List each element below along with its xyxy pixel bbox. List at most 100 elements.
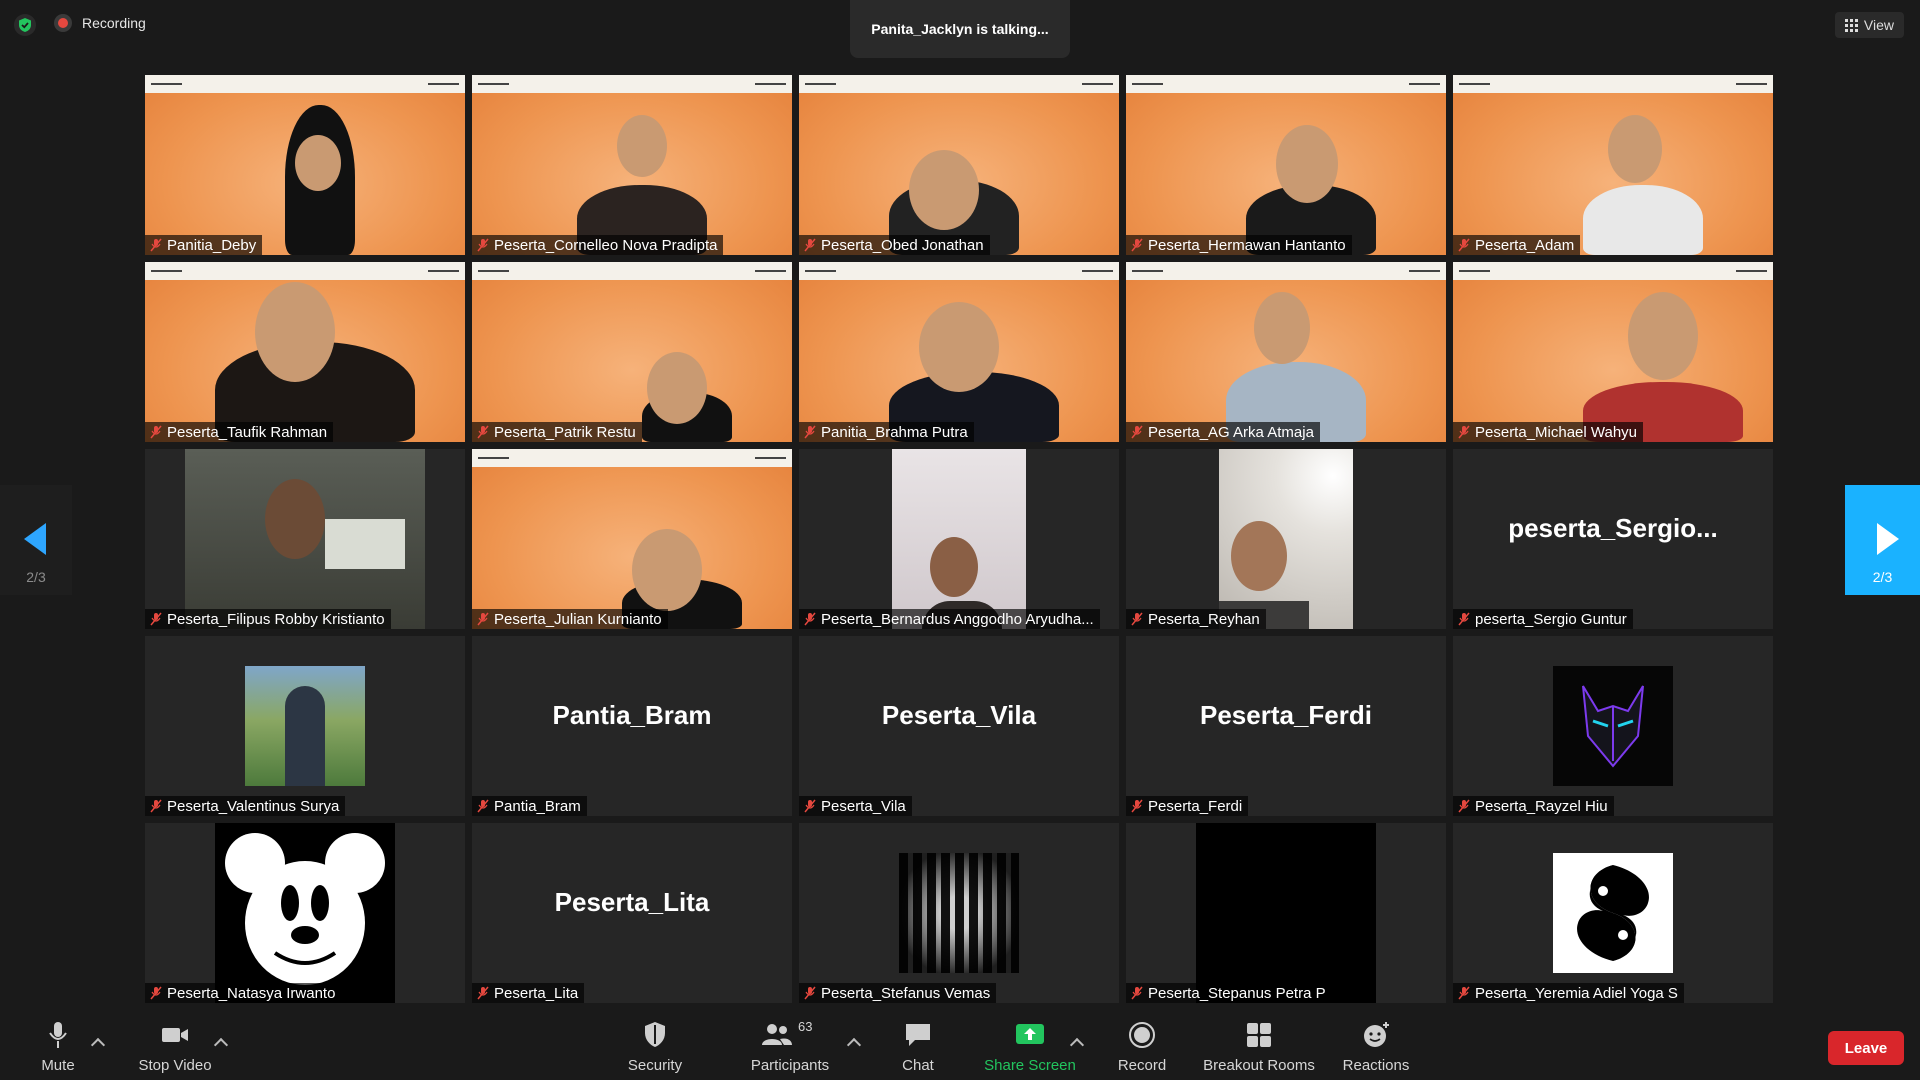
participant-name: peserta_Sergio Guntur: [1475, 610, 1627, 628]
participant-nametag: Peserta_Valentinus Surya: [145, 796, 346, 816]
mute-button[interactable]: Mute: [28, 1010, 88, 1080]
participant-tile[interactable]: Peserta_Michael Wahyu: [1453, 262, 1773, 442]
participant-nametag: Peserta_Bernardus Anggodho Aryudha...: [799, 609, 1100, 629]
participant-tile[interactable]: Peserta_Stefanus Vemas: [799, 823, 1119, 1003]
security-button[interactable]: Security: [620, 1010, 690, 1080]
participant-nametag: Peserta_Rayzel Hiu: [1453, 796, 1614, 816]
mic-muted-icon: [1131, 612, 1143, 626]
participant-face: [255, 282, 335, 382]
record-label: Record: [1117, 1057, 1167, 1074]
previous-page-button[interactable]: 2/3: [0, 485, 72, 595]
participants-options-caret-icon[interactable]: [846, 1037, 862, 1053]
panther-mask-avatar-icon: [1553, 666, 1673, 786]
participant-video: [892, 449, 1026, 629]
participant-tile[interactable]: Peserta_AG Arka Atmaja: [1126, 262, 1446, 442]
mic-muted-icon: [804, 612, 816, 626]
participant-nametag: Peserta_Julian Kurnianto: [472, 609, 668, 629]
next-page-button[interactable]: 2/3: [1845, 485, 1920, 595]
participant-tile[interactable]: Peserta_Rayzel Hiu: [1453, 636, 1773, 816]
participants-count: 63: [798, 1019, 813, 1034]
participant-name: Peserta_Rayzel Hiu: [1475, 797, 1608, 815]
participant-name: Peserta_AG Arka Atmaja: [1148, 423, 1314, 441]
participant-tile[interactable]: Peserta_Cornelleo Nova Pradipta: [472, 75, 792, 255]
participant-tile[interactable]: Peserta_Lita Peserta_Lita: [472, 823, 792, 1003]
participant-tile[interactable]: Peserta_Obed Jonathan: [799, 75, 1119, 255]
participant-face: [647, 352, 707, 424]
audio-options-caret-icon[interactable]: [90, 1037, 106, 1053]
arrow-left-icon: [24, 523, 46, 555]
mute-label: Mute: [41, 1057, 75, 1074]
participant-tile[interactable]: peserta_Sergio... peserta_Sergio Guntur: [1453, 449, 1773, 629]
participant-tile[interactable]: Peserta_Natasya Irwanto: [145, 823, 465, 1003]
meeting-toolbar: Mute Stop Video Security 63 Participants…: [0, 1010, 1920, 1080]
active-speaker-banner: Panita_Jacklyn is talking...: [850, 0, 1070, 58]
record-button[interactable]: Record: [1107, 1010, 1177, 1080]
participant-tile[interactable]: Peserta_Ferdi Peserta_Ferdi: [1126, 636, 1446, 816]
participant-face: [1276, 125, 1338, 203]
participant-tile[interactable]: Peserta_Taufik Rahman: [145, 262, 465, 442]
mic-muted-icon: [1458, 238, 1470, 252]
participant-avatar-photo: [245, 666, 365, 786]
share-screen-label: Share Screen: [984, 1057, 1076, 1074]
participant-tile[interactable]: Peserta_Adam: [1453, 75, 1773, 255]
participant-name: Peserta_Filipus Robby Kristianto: [167, 610, 385, 628]
participant-tile[interactable]: Panitia_Deby: [145, 75, 465, 255]
participant-nametag: peserta_Sergio Guntur: [1453, 609, 1633, 629]
cartoon-mouse-avatar-icon: [215, 823, 395, 1003]
breakout-rooms-label: Breakout Rooms: [1203, 1057, 1315, 1074]
participant-name: Panitia_Deby: [167, 236, 257, 254]
participant-name: Peserta_Patrik Restu: [494, 423, 636, 441]
participant-tile[interactable]: Peserta_Bernardus Anggodho Aryudha...: [799, 449, 1119, 629]
participant-nametag: Panitia_Brahma Putra: [799, 422, 974, 442]
participant-tile[interactable]: Peserta_Hermawan Hantanto: [1126, 75, 1446, 255]
participant-tile[interactable]: Peserta_Valentinus Surya: [145, 636, 465, 816]
participant-nametag: Panitia_Deby: [145, 235, 263, 255]
mic-muted-icon: [477, 986, 489, 1000]
participant-tile[interactable]: Peserta_Patrik Restu: [472, 262, 792, 442]
mic-muted-icon: [477, 612, 489, 626]
participant-tile[interactable]: Peserta_Stepanus Petra P: [1126, 823, 1446, 1003]
security-shield-icon[interactable]: [14, 14, 36, 36]
participant-tile[interactable]: Peserta_Reyhan: [1126, 449, 1446, 629]
record-icon: [1129, 1022, 1155, 1048]
smiley-plus-icon: [1364, 1022, 1389, 1047]
mic-muted-icon: [1458, 986, 1470, 1000]
breakout-rooms-grid-icon: [1247, 1023, 1271, 1047]
stop-video-label: Stop Video: [138, 1057, 212, 1074]
participant-tile[interactable]: Peserta_Filipus Robby Kristianto: [145, 449, 465, 629]
participant-name: Peserta_Valentinus Surya: [167, 797, 340, 815]
participant-name: Peserta_Stefanus Vemas: [821, 984, 991, 1002]
breakout-rooms-button[interactable]: Breakout Rooms: [1197, 1010, 1321, 1080]
participant-video: [1219, 449, 1353, 629]
mic-muted-icon: [1458, 425, 1470, 439]
participant-nametag: Peserta_Reyhan: [1126, 609, 1266, 629]
reactions-button[interactable]: Reactions: [1336, 1010, 1416, 1080]
participant-nametag: Peserta_Obed Jonathan: [799, 235, 990, 255]
participant-tile[interactable]: Pantia_Bram Pantia_Bram: [472, 636, 792, 816]
participant-tile[interactable]: Peserta_Julian Kurnianto: [472, 449, 792, 629]
share-screen-button[interactable]: Share Screen: [980, 1010, 1080, 1080]
stop-video-button[interactable]: Stop Video: [130, 1010, 220, 1080]
participants-button[interactable]: 63 Participants: [740, 1010, 840, 1080]
share-screen-arrow-icon: [1016, 1024, 1044, 1044]
mic-muted-icon: [150, 986, 162, 1000]
participant-name: Peserta_Adam: [1475, 236, 1575, 254]
recording-indicator[interactable]: Recording: [54, 14, 146, 32]
participant-face: [632, 529, 702, 611]
mic-muted-icon: [1131, 986, 1143, 1000]
participant-tile[interactable]: Peserta_Vila Peserta_Vila: [799, 636, 1119, 816]
view-button[interactable]: View: [1834, 12, 1904, 38]
participant-tile[interactable]: Peserta_Yeremia Adiel Yoga S: [1453, 823, 1773, 1003]
participant-video: [1583, 185, 1703, 255]
microphone-icon: [49, 1022, 67, 1048]
participant-face: [1608, 115, 1662, 183]
participant-display-name: Peserta_Vila: [881, 699, 1037, 730]
mic-muted-icon: [150, 612, 162, 626]
chat-button[interactable]: Chat: [883, 1010, 953, 1080]
participant-name: Peserta_Obed Jonathan: [821, 236, 984, 254]
participant-face: [919, 302, 999, 392]
shield-icon: [645, 1022, 665, 1047]
participant-tile[interactable]: Panitia_Brahma Putra: [799, 262, 1119, 442]
leave-button[interactable]: Leave: [1828, 1031, 1904, 1065]
participant-video: [185, 449, 425, 629]
